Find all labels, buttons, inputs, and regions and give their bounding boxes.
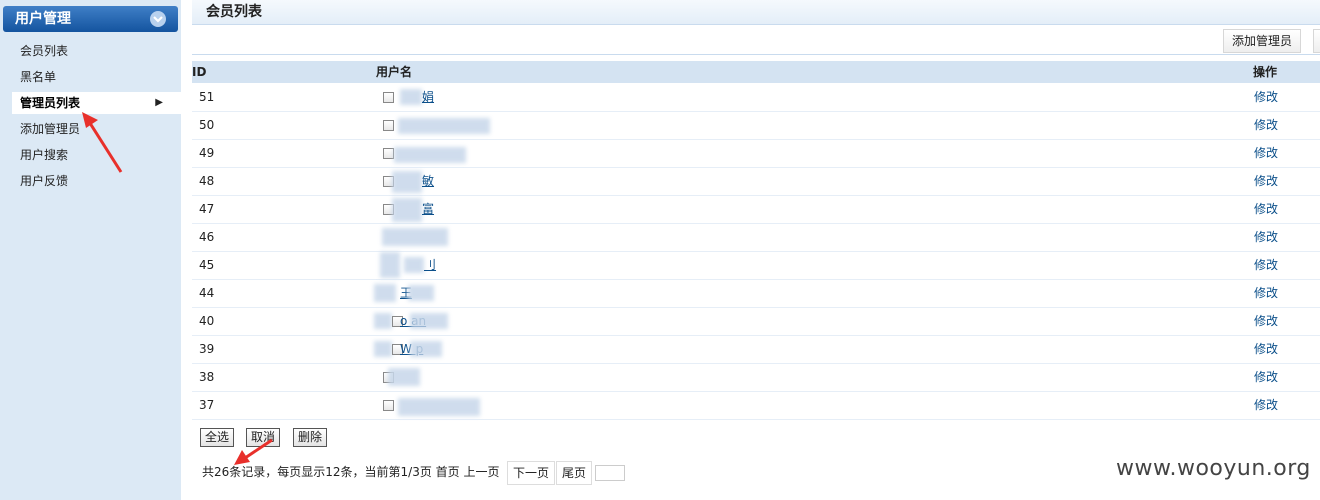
sidebar-item-admin-list[interactable]: 管理员列表 ▶ <box>12 92 181 114</box>
table-row: 45 刂 修改 <box>192 252 1320 280</box>
redaction-blur <box>392 198 422 222</box>
row-edit-link[interactable]: 修改 <box>1254 140 1278 167</box>
redaction-blur <box>374 313 392 329</box>
row-checkbox[interactable] <box>383 148 394 159</box>
select-all-button[interactable]: 全选 <box>200 428 235 447</box>
table-row: 48 敏 修改 <box>192 168 1320 196</box>
redaction-blur <box>398 118 490 134</box>
redaction-blur <box>398 398 480 416</box>
row-edit-link[interactable]: 修改 <box>1254 364 1278 391</box>
toolbar: 添加管理员 <box>192 26 1320 55</box>
row-id: 39 <box>199 342 215 356</box>
table-row: 46 修改 <box>192 224 1320 252</box>
watermark: www.wooyun.org <box>1116 456 1311 481</box>
sidebar-item-label: 添加管理员 <box>20 122 81 136</box>
row-id: 37 <box>199 398 215 412</box>
row-id: 51 <box>199 90 215 104</box>
sidebar-item-user-feedback[interactable]: 用户反馈 <box>12 170 181 192</box>
table-row: 40 o an 修改 <box>192 308 1320 336</box>
sidebar-item-add-admin[interactable]: 添加管理员 <box>12 118 181 140</box>
sidebar-header-label: 用户管理 <box>15 11 71 27</box>
row-id: 49 <box>199 146 215 160</box>
sidebar-item-label: 用户搜索 <box>20 148 69 162</box>
table-row: 44 王 修改 <box>192 280 1320 308</box>
next-page-button[interactable]: 下一页 <box>507 461 556 485</box>
row-username-link[interactable]: 富 <box>422 196 434 223</box>
redaction-blur <box>400 89 422 105</box>
row-edit-link[interactable]: 修改 <box>1254 112 1278 139</box>
row-edit-link[interactable]: 修改 <box>1254 392 1278 419</box>
sidebar-item-member-list[interactable]: 会员列表 <box>12 40 181 62</box>
sidebar-item-blacklist[interactable]: 黑名单 <box>12 66 181 88</box>
redaction-blur <box>374 341 392 357</box>
redaction-blur <box>374 284 396 302</box>
row-checkbox[interactable] <box>383 92 394 103</box>
row-id: 47 <box>199 202 215 216</box>
row-edit-link[interactable]: 修改 <box>1254 308 1278 335</box>
last-page-button[interactable]: 尾页 <box>556 461 593 485</box>
table-row: 38 修改 <box>192 364 1320 392</box>
redaction-blur <box>410 313 448 329</box>
table-row: 39 W p 修改 <box>192 336 1320 364</box>
redaction-blur <box>394 147 466 163</box>
page-title-text: 会员列表 <box>206 4 262 20</box>
cancel-button[interactable]: 取消 <box>246 428 281 447</box>
row-edit-link[interactable]: 修改 <box>1254 252 1278 279</box>
row-checkbox[interactable] <box>383 120 394 131</box>
table-row: 47 富 修改 <box>192 196 1320 224</box>
table-row: 37 修改 <box>192 392 1320 420</box>
redaction-blur <box>408 285 434 301</box>
row-edit-link[interactable]: 修改 <box>1254 224 1278 251</box>
table-header: ID 用户名 操作 <box>192 61 1320 83</box>
row-id: 48 <box>199 174 215 188</box>
sidebar-item-label: 用户反馈 <box>20 174 69 188</box>
redaction-blur <box>404 257 424 273</box>
row-username-link[interactable]: 敏 <box>422 168 434 195</box>
row-id: 50 <box>199 118 215 132</box>
column-header-action: 操作 <box>1253 65 1278 79</box>
column-header-username: 用户名 <box>376 65 413 79</box>
row-edit-link[interactable]: 修改 <box>1254 196 1278 223</box>
row-username-link[interactable]: 刂 <box>424 252 436 279</box>
sidebar-item-label: 管理员列表 <box>20 96 81 110</box>
delete-button[interactable]: 删除 <box>293 428 328 447</box>
row-id: 46 <box>199 230 215 244</box>
page-title: 会员列表 <box>192 0 1320 25</box>
column-header-id: ID <box>192 65 207 79</box>
row-edit-link[interactable]: 修改 <box>1254 336 1278 363</box>
redaction-blur <box>392 171 422 193</box>
chevron-down-icon[interactable] <box>150 11 166 27</box>
table-row: 50 修改 <box>192 112 1320 140</box>
row-id: 45 <box>199 258 215 272</box>
row-id: 40 <box>199 314 215 328</box>
table-row: 49 修改 <box>192 140 1320 168</box>
row-edit-link[interactable]: 修改 <box>1254 168 1278 195</box>
sidebar-item-user-search[interactable]: 用户搜索 <box>12 144 181 166</box>
row-checkbox[interactable] <box>383 400 394 411</box>
sidebar-header-user-management[interactable]: 用户管理 <box>3 6 178 32</box>
add-admin-button[interactable]: 添加管理员 <box>1223 29 1302 53</box>
toolbar-button-partial[interactable] <box>1313 29 1320 53</box>
sidebar-item-label: 黑名单 <box>20 70 57 84</box>
triangle-right-icon: ▶ <box>155 97 163 108</box>
row-edit-link[interactable]: 修改 <box>1254 84 1278 111</box>
redaction-blur <box>410 341 442 357</box>
page-jump-input[interactable] <box>595 465 625 481</box>
redaction-blur <box>380 252 400 278</box>
row-edit-link[interactable]: 修改 <box>1254 280 1278 307</box>
row-id: 44 <box>199 286 215 300</box>
sidebar-item-label: 会员列表 <box>20 44 69 58</box>
table-row: 51 娟 修改 <box>192 84 1320 112</box>
row-username-link[interactable]: 娟 <box>422 84 434 111</box>
redaction-blur <box>382 228 448 246</box>
sidebar: 用户管理 会员列表 黑名单 管理员列表 ▶ 添加管理员 用户搜索 用户反馈 <box>0 0 181 500</box>
row-id: 38 <box>199 370 215 384</box>
pagination-summary: 共26条记录，每页显示12条，当前第1/3页 首页 上一页 <box>202 465 500 479</box>
redaction-blur <box>388 368 420 386</box>
